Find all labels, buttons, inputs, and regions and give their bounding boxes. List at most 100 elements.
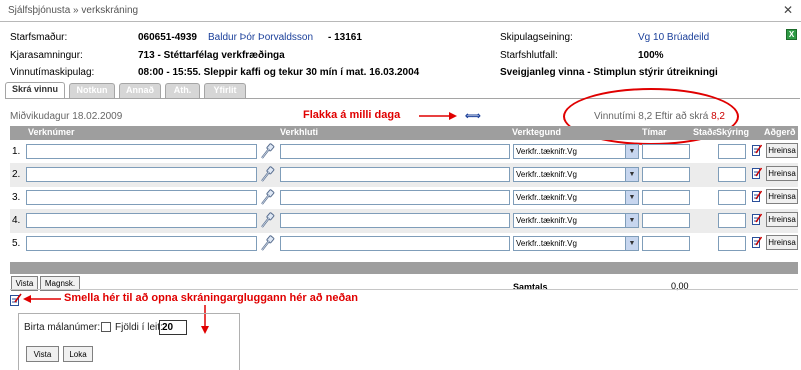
- search-flashlight-icon[interactable]: [260, 166, 276, 183]
- tab-yfirlit[interactable]: Yfirlit: [204, 83, 246, 98]
- chevron-down-icon: ▼: [625, 191, 638, 204]
- tab-ath[interactable]: Ath.: [165, 83, 200, 98]
- annotation-smella: Smella hér til að opna skráningargluggan…: [64, 292, 359, 304]
- starfshlutfall-value: 100%: [638, 50, 664, 61]
- starfsmadur-label: Starfsmaður:: [10, 32, 68, 43]
- edit-note-icon[interactable]: [752, 144, 763, 156]
- kjarasamningur-label: Kjarasamningur:: [10, 50, 83, 61]
- verknumer-input[interactable]: [26, 213, 257, 228]
- fjoldi-label: Fjöldi í leit:: [115, 322, 163, 333]
- timar-input[interactable]: [642, 236, 690, 251]
- chevron-down-icon: ▼: [625, 145, 638, 158]
- edit-note-icon[interactable]: [752, 190, 763, 202]
- skyring-input[interactable]: [718, 213, 746, 228]
- verknumer-input[interactable]: [26, 144, 257, 159]
- chevron-down-icon: ▼: [625, 214, 638, 227]
- starfsmadur-number: - 13161: [328, 32, 362, 43]
- table-footer-bar: [10, 262, 798, 274]
- row-number: 2.: [12, 169, 21, 180]
- row-number: 4.: [12, 215, 21, 226]
- col-verkhluti: Verkhluti: [280, 127, 319, 137]
- timar-input[interactable]: [642, 167, 690, 182]
- edit-note-icon[interactable]: [752, 167, 763, 179]
- starfsmadur-name-link[interactable]: Baldur Þór Þorvaldsson: [208, 32, 313, 43]
- edit-note-icon[interactable]: [752, 236, 763, 248]
- hreinsa-button[interactable]: Hreinsa: [766, 143, 798, 158]
- verkhluti-input[interactable]: [280, 190, 510, 205]
- panel-vista-button[interactable]: Vista: [26, 346, 59, 362]
- hreinsa-button[interactable]: Hreinsa: [766, 189, 798, 204]
- annotation-flakka: Flakka á milli daga: [303, 109, 401, 121]
- col-verknumer: Verknúmer: [28, 127, 75, 137]
- tab-notkun[interactable]: Notkun: [69, 83, 115, 98]
- verkhluti-input[interactable]: [280, 213, 510, 228]
- verknumer-input[interactable]: [26, 190, 257, 205]
- col-stada: Staða: [693, 127, 716, 137]
- verktegund-value: Verkfr..tæknifr.Vg: [516, 193, 577, 202]
- table-row: 2. Verkfr..tæknifr.Vg ▼ Hreinsa: [10, 163, 798, 187]
- col-skyring: Skýring: [716, 127, 750, 137]
- verktegund-select[interactable]: Verkfr..tæknifr.Vg ▼: [513, 213, 639, 228]
- excel-icon[interactable]: X: [786, 29, 797, 40]
- verktegund-value: Verkfr..tæknifr.Vg: [516, 216, 577, 225]
- verkhluti-input[interactable]: [280, 167, 510, 182]
- vinnutimaskipulag-value: 08:00 - 15:55. Sleppir kaffi og tekur 30…: [138, 67, 420, 78]
- search-flashlight-icon[interactable]: [260, 212, 276, 229]
- samtals-label: Samtals: [513, 282, 548, 292]
- verknumer-input[interactable]: [26, 236, 257, 251]
- table-row: 4. Verkfr..tæknifr.Vg ▼ Hreinsa: [10, 209, 798, 233]
- verkhluti-input[interactable]: [280, 236, 510, 251]
- tab-annad[interactable]: Annað: [119, 83, 161, 98]
- sveigjanleg-text: Sveigjanleg vinna - Stimplun stýrir útre…: [500, 67, 718, 78]
- timar-input[interactable]: [642, 213, 690, 228]
- kjarasamningur-value: 713 - Stéttarfélag verkfræðinga: [138, 50, 285, 61]
- edit-note-icon[interactable]: [752, 213, 763, 225]
- chevron-down-icon: ▼: [625, 168, 638, 181]
- date-label: Miðvikudagur 18.02.2009: [10, 111, 123, 122]
- search-flashlight-icon[interactable]: [260, 189, 276, 206]
- panel-loka-button[interactable]: Loka: [63, 346, 93, 362]
- skipulagseining-link[interactable]: Vg 10 Brúadeild: [638, 32, 709, 43]
- timar-input[interactable]: [642, 190, 690, 205]
- verktegund-select[interactable]: Verkfr..tæknifr.Vg ▼: [513, 167, 639, 182]
- skyring-input[interactable]: [718, 144, 746, 159]
- starfsmadur-id: 060651-4939: [138, 32, 197, 43]
- breadcrumb: Sjálfsþjónusta » verkskráning: [8, 5, 139, 16]
- verktegund-value: Verkfr..tæknifr.Vg: [516, 170, 577, 179]
- verkhluti-input[interactable]: [280, 144, 510, 159]
- timar-input[interactable]: [642, 144, 690, 159]
- verktegund-value: Verkfr..tæknifr.Vg: [516, 147, 577, 156]
- footer-divider: [10, 289, 798, 290]
- title-bar: Sjálfsþjónusta » verkskráning ✕: [0, 0, 801, 22]
- birta-label: Birta málanúmer:: [24, 322, 101, 333]
- verknumer-input[interactable]: [26, 167, 257, 182]
- skyring-input[interactable]: [718, 167, 746, 182]
- row-number: 1.: [12, 146, 21, 157]
- hreinsa-button[interactable]: Hreinsa: [766, 235, 798, 250]
- tab-skra-vinnu[interactable]: Skrá vinnu: [5, 82, 65, 99]
- hreinsa-button[interactable]: Hreinsa: [766, 212, 798, 227]
- skyring-input[interactable]: [718, 236, 746, 251]
- open-entry-panel-icon[interactable]: [10, 293, 22, 306]
- birta-checkbox[interactable]: [101, 322, 111, 332]
- verktegund-select[interactable]: Verkfr..tæknifr.Vg ▼: [513, 144, 639, 159]
- skyring-input[interactable]: [718, 190, 746, 205]
- fjoldi-input[interactable]: 20: [159, 320, 187, 335]
- row-number: 3.: [12, 192, 21, 203]
- verktegund-value: Verkfr..tæknifr.Vg: [516, 239, 577, 248]
- verktegund-select[interactable]: Verkfr..tæknifr.Vg ▼: [513, 190, 639, 205]
- entry-panel: Birta málanúmer: Fjöldi í leit: 20 Vista…: [18, 313, 240, 370]
- annotation-arrow-left: [23, 295, 61, 303]
- col-adgerd: Aðgerð: [764, 127, 796, 137]
- table-row: 3. Verkfr..tæknifr.Vg ▼ Hreinsa: [10, 186, 798, 210]
- day-nav-arrows-icon[interactable]: ⇐⇒: [465, 111, 481, 122]
- table-header: Verknúmer Verkhluti Verktegund Tímar Sta…: [10, 126, 798, 140]
- verktegund-select[interactable]: Verkfr..tæknifr.Vg ▼: [513, 236, 639, 251]
- search-flashlight-icon[interactable]: [260, 235, 276, 252]
- col-verktegund: Verktegund: [512, 127, 562, 137]
- chevron-down-icon: ▼: [625, 237, 638, 250]
- search-flashlight-icon[interactable]: [260, 143, 276, 160]
- table-row: 1. Verkfr..tæknifr.Vg ▼ Hreinsa: [10, 140, 798, 164]
- close-icon[interactable]: ✕: [783, 3, 793, 17]
- hreinsa-button[interactable]: Hreinsa: [766, 166, 798, 181]
